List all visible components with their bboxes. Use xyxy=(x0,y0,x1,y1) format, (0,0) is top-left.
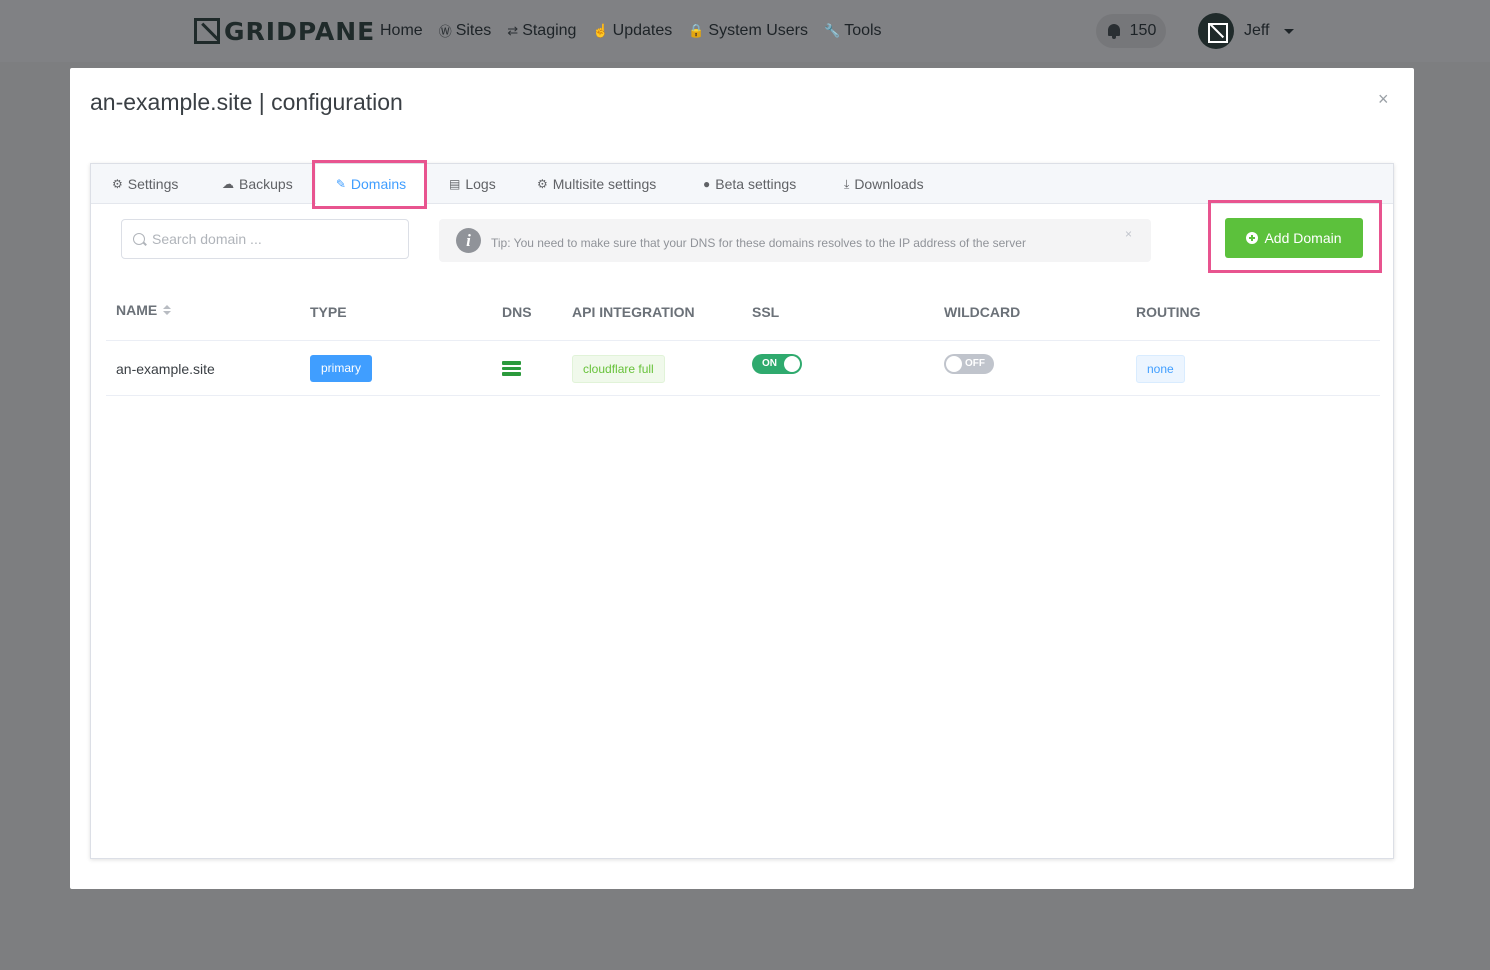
tab-multisite-label: Multisite settings xyxy=(552,176,657,192)
add-domain-button[interactable]: Add Domain xyxy=(1225,218,1363,258)
sync-icon: ⇄ xyxy=(507,22,519,38)
table-header: NAME TYPE DNS API INTEGRATION SSL WILDCA… xyxy=(106,289,1380,341)
add-domain-label: Add Domain xyxy=(1264,230,1342,246)
nav-updates[interactable]: ☝ Updates xyxy=(592,21,672,40)
wildcard-toggle-label: OFF xyxy=(965,358,985,369)
gear-icon: ⚙ xyxy=(112,177,123,191)
nav-tools-label: Tools xyxy=(844,21,882,39)
nav-staging[interactable]: ⇄ Staging xyxy=(507,21,576,40)
tab-domains[interactable]: ✎ Domains xyxy=(316,164,426,204)
tip-text: Tip: You need to make sure that your DNS… xyxy=(491,235,1026,250)
notifications-button[interactable]: 150 xyxy=(1096,14,1166,48)
toggle-knob xyxy=(784,356,800,372)
user-name: Jeff xyxy=(1244,22,1270,39)
tab-multisite-settings[interactable]: ⚙ Multisite settings xyxy=(537,164,656,204)
nav-staging-label: Staging xyxy=(522,21,577,39)
nav-tools[interactable]: 🔧 Tools xyxy=(824,21,882,40)
tab-bar: ⚙ Settings ☁ Backups ✎ Domains ▤ Logs ⚙ Multi… xyxy=(91,164,1393,204)
search-input[interactable] xyxy=(152,231,392,247)
download-icon: ⤓ xyxy=(844,176,850,191)
avatar xyxy=(1198,13,1234,49)
domain-name: an-example.site xyxy=(116,360,215,377)
nav-updates-label: Updates xyxy=(612,21,673,39)
tabs-panel: ⚙ Settings ☁ Backups ✎ Domains ▤ Logs ⚙ Multi… xyxy=(90,163,1394,859)
wordpress-icon: Ⓦ xyxy=(438,24,452,39)
document-icon: ▤ xyxy=(449,177,461,191)
column-name-label: NAME xyxy=(116,302,158,318)
nav-sites[interactable]: Ⓦ Sites xyxy=(439,21,492,40)
alert-circle-icon: ● xyxy=(703,177,711,191)
edit-icon: ✎ xyxy=(335,177,346,191)
dns-status[interactable] xyxy=(502,341,521,396)
tab-settings-label: Settings xyxy=(127,176,179,192)
nav-system-users-label: System Users xyxy=(708,21,808,39)
column-ssl: SSL xyxy=(752,304,780,320)
column-name[interactable]: NAME xyxy=(116,302,172,318)
tab-downloads[interactable]: ⤓ Downloads xyxy=(844,164,924,204)
configuration-modal: an-example.site | configuration × ⚙ Setti… xyxy=(70,68,1414,889)
gridpane-logo[interactable]: GRIDPANE xyxy=(194,16,376,46)
column-wildcard: WILDCARD xyxy=(944,304,1021,320)
wildcard-toggle[interactable]: OFF xyxy=(944,354,994,374)
tip-close-icon[interactable]: × xyxy=(1125,227,1132,241)
type-tag: primary xyxy=(310,355,373,382)
column-type: TYPE xyxy=(310,304,347,320)
sort-icon xyxy=(163,305,172,315)
ssl-toggle[interactable]: ON xyxy=(752,354,802,374)
nav-system-users[interactable]: 🔒 System Users xyxy=(688,21,808,40)
tab-backups[interactable]: ☁ Backups xyxy=(222,164,293,204)
server-stack-icon xyxy=(502,361,521,376)
user-lock-icon: 🔒 xyxy=(688,22,705,38)
bell-icon xyxy=(1106,23,1122,39)
nav-sites-label: Sites xyxy=(455,21,492,39)
table-row: an-example.site primary cloudflare full … xyxy=(106,341,1380,396)
routing-tag[interactable]: none xyxy=(1136,354,1185,383)
search-domain xyxy=(121,219,409,259)
wrench-icon: 🔧 xyxy=(824,22,841,38)
search-icon xyxy=(133,233,145,245)
gear-icon: ⚙ xyxy=(537,177,548,191)
ssl-toggle-label: ON xyxy=(762,358,777,369)
plus-circle-icon xyxy=(1246,232,1259,244)
tab-backups-label: Backups xyxy=(239,176,293,192)
tab-downloads-label: Downloads xyxy=(854,176,924,192)
cloud-upload-icon: ☁ xyxy=(222,177,234,191)
api-integration-tag: cloudflare full xyxy=(572,354,665,383)
tab-beta-label: Beta settings xyxy=(715,176,797,192)
tab-settings[interactable]: ⚙ Settings xyxy=(112,164,178,204)
logo-text: GRIDPANE xyxy=(224,16,376,46)
notification-count: 150 xyxy=(1129,22,1157,39)
top-navbar: GRIDPANE Home Ⓦ Sites ⇄ Staging ☝ Updates 🔒… xyxy=(0,0,1490,62)
toggle-knob xyxy=(946,356,962,372)
tab-logs[interactable]: ▤ Logs xyxy=(449,164,496,204)
column-routing: ROUTING xyxy=(1136,304,1201,320)
nav-home-label: Home xyxy=(380,21,423,39)
thumbs-up-icon: ☝ xyxy=(592,22,609,38)
column-api-integration: API INTEGRATION xyxy=(572,304,695,320)
tab-logs-label: Logs xyxy=(465,176,496,192)
modal-title: an-example.site | configuration xyxy=(90,89,403,115)
info-icon: i xyxy=(456,228,481,253)
user-menu[interactable]: Jeff xyxy=(1198,13,1294,49)
tab-domains-label: Domains xyxy=(350,176,407,192)
caret-down-icon xyxy=(1283,28,1294,34)
close-icon[interactable]: × xyxy=(1378,89,1389,110)
logo-mark-icon xyxy=(194,18,220,44)
main-nav: Home Ⓦ Sites ⇄ Staging ☝ Updates 🔒 System Us… xyxy=(380,21,882,40)
tip-alert: i Tip: You need to make sure that your D… xyxy=(439,219,1151,262)
tab-beta-settings[interactable]: ● Beta settings xyxy=(703,164,796,204)
column-dns: DNS xyxy=(502,304,532,320)
nav-home[interactable]: Home xyxy=(380,21,423,40)
